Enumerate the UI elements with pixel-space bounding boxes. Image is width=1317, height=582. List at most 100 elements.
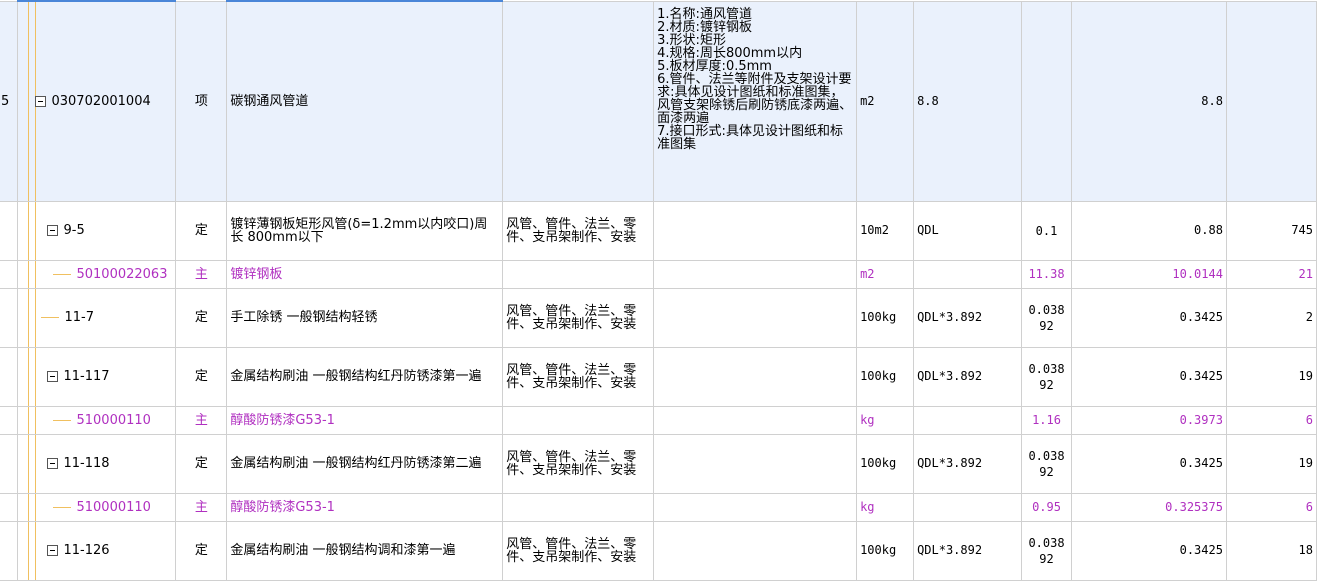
code-cell[interactable]: 11-117 [17,346,177,407]
quantity-cell[interactable]: 0.325375 [1071,492,1227,522]
content-cell[interactable]: 0.038 92 [1021,346,1073,407]
unit-cell[interactable]: 100kg [856,433,915,494]
work-content-cell[interactable] [502,492,655,522]
type-cell[interactable]: 主 [175,259,228,289]
unit-cell[interactable]: 10m2 [856,200,915,261]
row-index-cell[interactable] [0,259,19,289]
name-cell[interactable]: 镀锌薄钢板矩形风管(δ=1.2mm以内咬口)周长 800mm以下 [226,200,504,261]
code-cell[interactable]: 510000110 [17,405,177,435]
unit-cell[interactable]: m2 [856,0,915,202]
content-cell[interactable] [1021,0,1073,202]
row-index-cell[interactable] [0,520,19,581]
name-cell[interactable]: 醇酸防锈漆G53-1 [226,405,504,435]
unit-cell[interactable]: 100kg [856,346,915,407]
code-cell[interactable]: 510000110 [17,492,177,522]
name-cell[interactable]: 金属结构刷油 一般钢结构调和漆第一遍 [226,520,504,581]
unit-cell[interactable]: 100kg [856,520,915,581]
quantity-cell[interactable]: 0.3425 [1071,346,1227,407]
content-cell[interactable]: 1.16 [1021,405,1073,435]
expression-cell[interactable] [913,259,1023,289]
next-column-cell[interactable]: 19 [1225,346,1317,407]
quantity-cell[interactable]: 0.88 [1071,200,1227,261]
type-cell[interactable]: 定 [175,520,228,581]
code-cell[interactable]: 11-126 [17,520,177,581]
work-content-cell[interactable]: 风管、管件、法兰、零件、支吊架制作、安装 [502,433,655,494]
unit-cell[interactable]: 100kg [856,287,915,348]
content-cell[interactable]: 0.95 [1021,492,1073,522]
type-cell[interactable]: 主 [175,405,228,435]
expression-cell[interactable]: QDL*3.892 [913,287,1023,348]
name-cell[interactable]: 金属结构刷油 一般钢结构红丹防锈漆第一遍 [226,346,504,407]
table-row[interactable]: 11-126 定金属结构刷油 一般钢结构调和漆第一遍 风管、管件、法兰、零件、支吊架… [0,520,1317,581]
next-column-cell[interactable] [1225,0,1317,202]
expression-cell[interactable]: QDL*3.892 [913,346,1023,407]
row-index-cell[interactable] [0,433,19,494]
content-cell[interactable]: 11.38 [1021,259,1073,289]
name-cell[interactable]: 镀锌钢板 [226,259,504,289]
feature-description-cell[interactable] [653,200,858,261]
quantity-cell[interactable]: 0.3425 [1071,287,1227,348]
next-column-cell[interactable]: 6 [1225,405,1317,435]
work-content-cell[interactable] [502,405,655,435]
name-cell[interactable]: 金属结构刷油 一般钢结构红丹防锈漆第二遍 [226,433,504,494]
work-content-cell[interactable]: 风管、管件、法兰、零件、支吊架制作、安装 [502,200,655,261]
work-content-cell[interactable] [502,0,655,202]
name-cell[interactable]: 碳钢通风管道 [226,0,504,202]
name-cell[interactable]: 醇酸防锈漆G53-1 [226,492,504,522]
feature-description-cell[interactable] [653,287,858,348]
type-cell[interactable]: 项 [175,0,228,202]
table-row[interactable]: 510000110 主醇酸防锈漆G53-1 kg 1.16 0.3973 6 [0,405,1317,435]
type-cell[interactable]: 定 [175,433,228,494]
row-index-cell[interactable] [0,200,19,261]
work-content-cell[interactable]: 风管、管件、法兰、零件、支吊架制作、安装 [502,287,655,348]
code-cell[interactable]: 11-7 [17,287,177,348]
expression-cell[interactable]: QDL*3.892 [913,433,1023,494]
expression-cell[interactable]: QDL*3.892 [913,520,1023,581]
feature-description-cell[interactable] [653,433,858,494]
type-cell[interactable]: 主 [175,492,228,522]
row-index-cell[interactable] [0,405,19,435]
collapse-toggle-icon[interactable] [35,95,47,107]
expression-cell[interactable] [913,405,1023,435]
collapse-toggle-icon[interactable] [47,371,59,382]
code-cell[interactable]: 9-5 [17,200,177,261]
type-cell[interactable]: 定 [175,287,228,348]
quantity-cell[interactable]: 0.3425 [1071,433,1227,494]
row-index-cell[interactable] [0,492,19,522]
collapse-toggle-icon[interactable] [47,225,59,236]
expression-cell[interactable]: QDL [913,200,1023,261]
content-cell[interactable]: 0.1 [1021,200,1073,261]
type-cell[interactable]: 定 [175,346,228,407]
expression-cell[interactable] [913,492,1023,522]
table-row[interactable]: 5 030702001004 项碳钢通风管道 1.名称:通风管道 2.材质:镀锌钢板 3.… [0,0,1317,202]
quantity-cell[interactable]: 0.3425 [1071,520,1227,581]
work-content-cell[interactable]: 风管、管件、法兰、零件、支吊架制作、安装 [502,520,655,581]
table-row[interactable]: 510000110 主醇酸防锈漆G53-1 kg 0.95 0.325375 6 [0,492,1317,522]
expression-cell[interactable]: 8.8 [913,0,1023,202]
code-cell[interactable]: 030702001004 [17,0,177,202]
row-index-cell[interactable]: 5 [0,0,19,202]
feature-description-cell[interactable]: 1.名称:通风管道 2.材质:镀锌钢板 3.形状:矩形 4.规格:周长800mm以内 5… [653,0,858,202]
next-column-cell[interactable]: 21 [1225,259,1317,289]
row-index-cell[interactable] [0,346,19,407]
content-cell[interactable]: 0.038 92 [1021,287,1073,348]
feature-description-cell[interactable] [653,346,858,407]
table-row[interactable]: 11-117 定金属结构刷油 一般钢结构红丹防锈漆第一遍 风管、管件、法兰、零件、支… [0,346,1317,407]
table-row[interactable]: 11-118 定金属结构刷油 一般钢结构红丹防锈漆第二遍 风管、管件、法兰、零件、支… [0,433,1317,494]
content-cell[interactable]: 0.038 92 [1021,520,1073,581]
quantity-cell[interactable]: 0.3973 [1071,405,1227,435]
feature-description-cell[interactable] [653,405,858,435]
unit-cell[interactable]: m2 [856,259,915,289]
table-row[interactable]: 50100022063 主镀锌钢板 m2 11.38 10.0144 21 [0,259,1317,289]
feature-description-cell[interactable] [653,259,858,289]
name-cell[interactable]: 手工除锈 一般钢结构轻锈 [226,287,504,348]
next-column-cell[interactable]: 18 [1225,520,1317,581]
unit-cell[interactable]: kg [856,492,915,522]
unit-cell[interactable]: kg [856,405,915,435]
code-cell[interactable]: 11-118 [17,433,177,494]
quantity-cell[interactable]: 8.8 [1071,0,1227,202]
next-column-cell[interactable]: 19 [1225,433,1317,494]
feature-description-cell[interactable] [653,492,858,522]
quantity-cell[interactable]: 10.0144 [1071,259,1227,289]
work-content-cell[interactable]: 风管、管件、法兰、零件、支吊架制作、安装 [502,346,655,407]
